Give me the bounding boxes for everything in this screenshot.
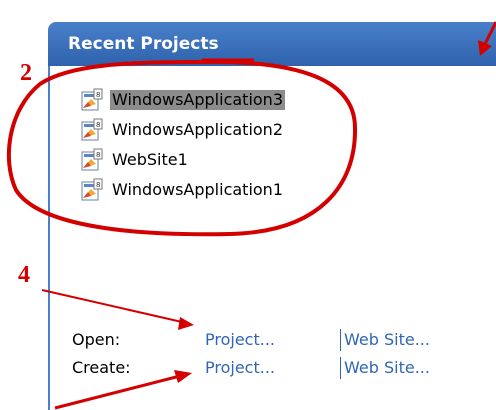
vs-project-icon: 8 — [81, 148, 103, 171]
link-separator — [340, 329, 341, 351]
project-name: WindowsApplication2 — [112, 120, 283, 139]
callout-number-4: 4 — [18, 262, 30, 288]
svg-text:8: 8 — [96, 121, 100, 129]
panel-header: Recent Projects — [48, 22, 496, 66]
panel-title: Recent Projects — [68, 34, 219, 54]
callout-number-2: 2 — [20, 60, 32, 86]
create-project-link[interactable]: Project... — [205, 358, 275, 377]
open-website-link[interactable]: Web Site... — [344, 330, 430, 349]
open-project-link[interactable]: Project... — [205, 330, 275, 349]
project-name: WebSite1 — [112, 150, 188, 169]
project-name: WindowsApplication3 — [110, 90, 285, 110]
svg-text:8: 8 — [96, 91, 100, 99]
create-label: Create: — [72, 358, 131, 377]
link-separator — [340, 357, 341, 379]
vs-project-icon: 8 — [81, 118, 103, 141]
recent-projects-panel: Recent Projects — [48, 22, 496, 410]
project-name: WindowsApplication1 — [112, 180, 283, 199]
vs-project-icon: 8 — [81, 178, 103, 201]
create-website-link[interactable]: Web Site... — [344, 358, 430, 377]
open-label: Open: — [72, 330, 121, 349]
vs-project-icon: 8 — [81, 88, 103, 111]
svg-text:8: 8 — [96, 181, 100, 189]
svg-text:8: 8 — [96, 151, 100, 159]
